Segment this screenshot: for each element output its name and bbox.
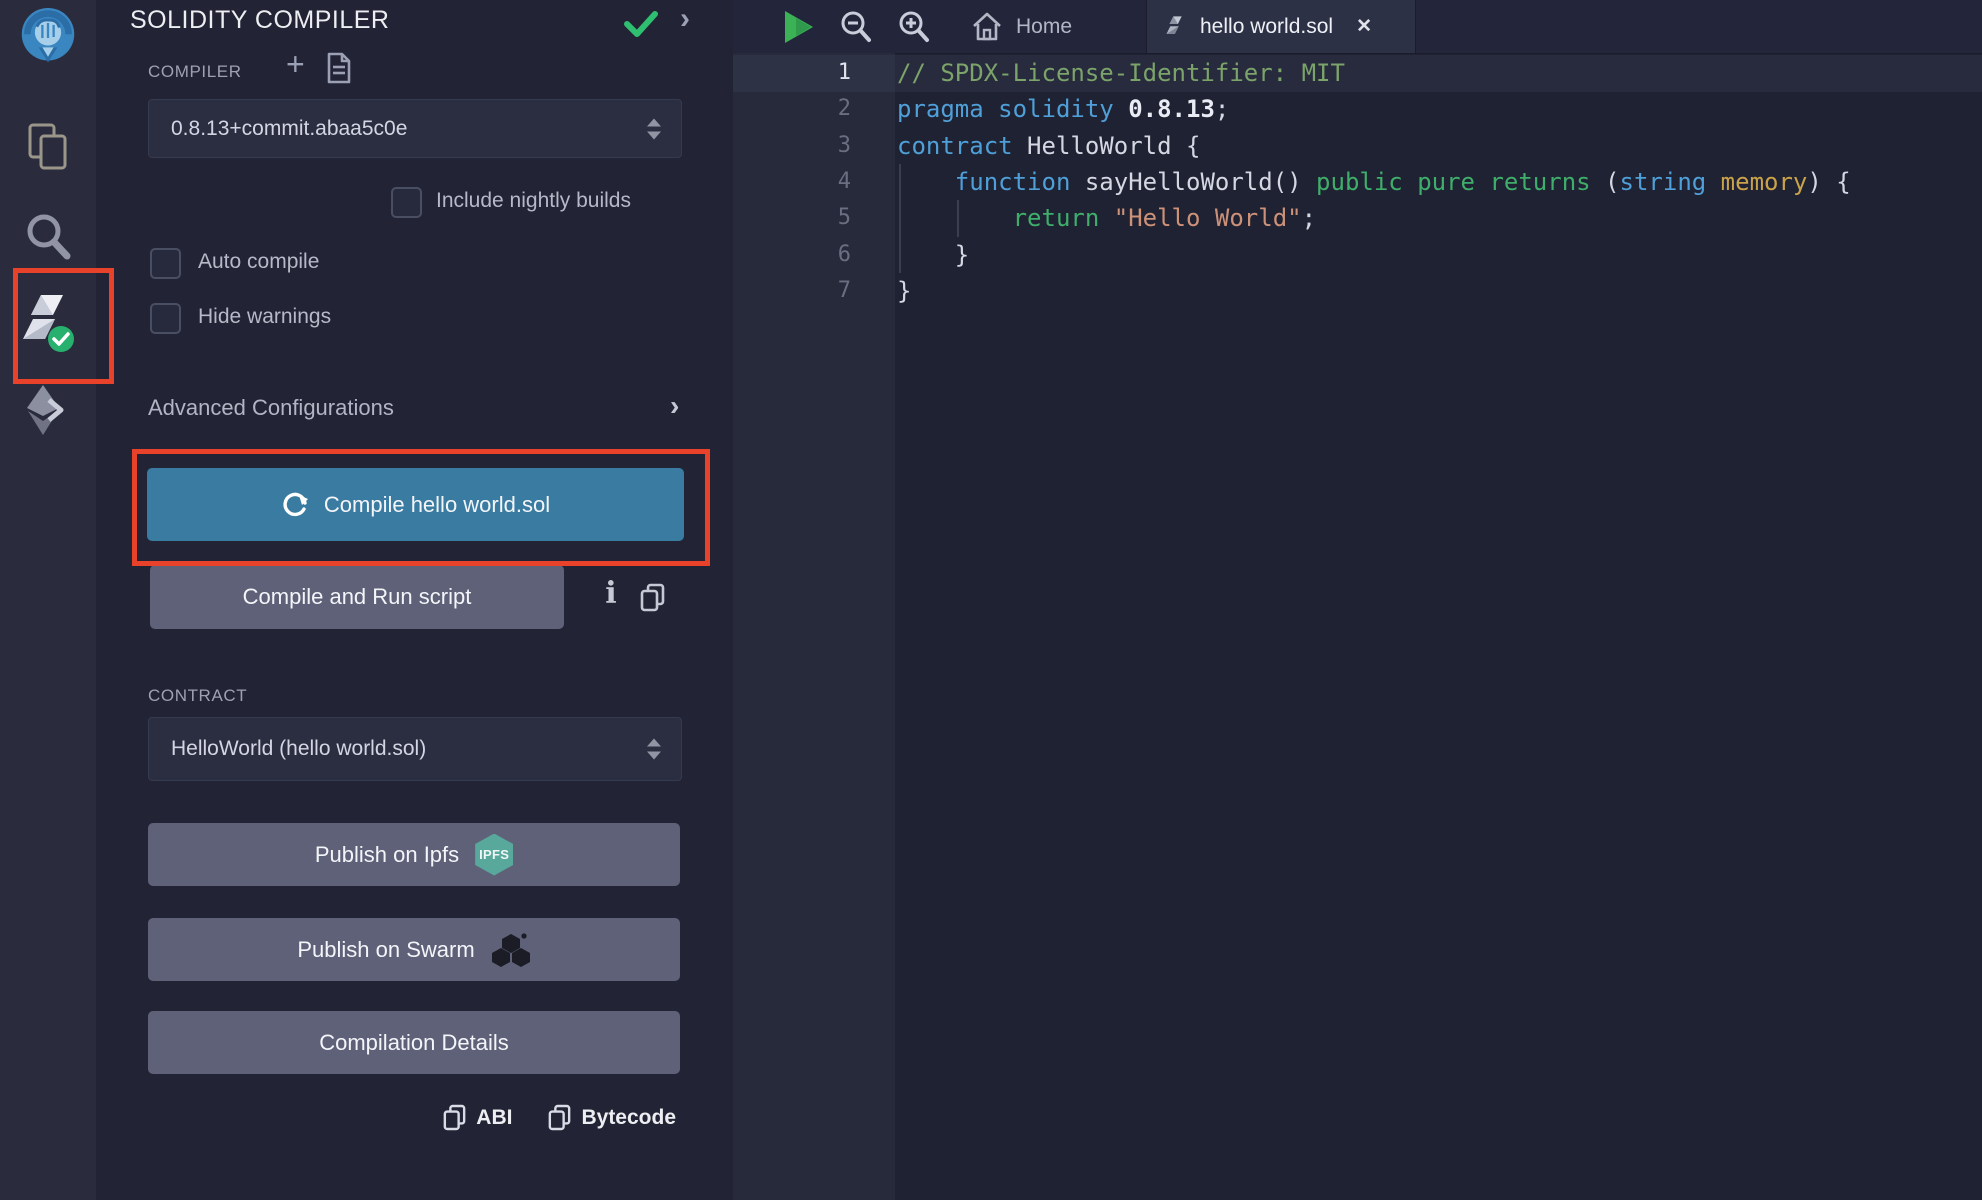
zoom-out-icon[interactable] — [839, 0, 873, 53]
code-editor[interactable]: 1 // SPDX-License-Identifier: MIT 2 pragma … — [733, 53, 1982, 1200]
panel-title: SOLIDITY COMPILER — [130, 6, 390, 35]
line-number: 3 — [733, 128, 851, 164]
copy-icon[interactable] — [640, 583, 665, 612]
copy-abi-button[interactable]: ABI — [443, 1104, 512, 1131]
code-line: function sayHelloWorld() public pure ret… — [897, 164, 1851, 200]
remix-logo-icon[interactable] — [0, 6, 96, 68]
compilation-details-label: Compilation Details — [319, 1030, 509, 1056]
compile-success-check-icon — [624, 10, 658, 38]
publish-on-swarm-button[interactable]: Publish on Swarm — [148, 918, 680, 981]
panel-expand-chevron-icon[interactable]: › — [680, 2, 690, 36]
line-number: 1 — [733, 55, 851, 91]
hide-warnings-checkbox[interactable] — [150, 303, 181, 334]
close-tab-icon[interactable]: ✕ — [1356, 15, 1372, 38]
code-line: pragma solidity 0.8.13; — [897, 91, 1229, 127]
compiler-section-label: COMPILER — [148, 62, 242, 82]
search-icon[interactable] — [0, 208, 96, 266]
code-line: } — [897, 237, 969, 273]
line-number: 6 — [733, 237, 851, 273]
solidity-compiler-panel: SOLIDITY COMPILER › COMPILER + 0.8.13+co… — [96, 0, 734, 1200]
contract-section-label: CONTRACT — [148, 686, 247, 706]
tab-hello-world-sol[interactable]: hello world.sol ✕ — [1146, 0, 1416, 53]
abi-label: ABI — [476, 1106, 512, 1130]
compiler-version-select[interactable]: 0.8.13+commit.abaa5c0e — [148, 99, 682, 158]
compiler-docs-icon[interactable] — [326, 52, 352, 84]
editor-tab-bar: Home hello world.sol ✕ — [733, 0, 1982, 54]
zoom-in-icon[interactable] — [897, 0, 931, 53]
solidity-compiler-sidebar-icon[interactable] — [0, 290, 96, 356]
info-icon[interactable]: i — [596, 576, 626, 618]
contract-select-value: HelloWorld (hello world.sol) — [149, 737, 426, 761]
file-explorer-icon[interactable] — [0, 120, 96, 176]
code-line: return "Hello World"; — [897, 200, 1316, 236]
icon-sidebar — [0, 0, 97, 1200]
compile-button[interactable]: Compile hello world.sol — [147, 468, 684, 541]
compile-and-run-label: Compile and Run script — [243, 584, 472, 610]
compile-button-label: Compile hello world.sol — [324, 492, 550, 518]
compile-and-run-button[interactable]: Compile and Run script — [150, 565, 564, 629]
line-number: 7 — [733, 273, 851, 309]
refresh-icon — [281, 491, 309, 519]
swarm-icon — [491, 932, 531, 968]
select-arrows-icon — [647, 118, 661, 139]
deploy-and-run-icon[interactable] — [0, 382, 96, 438]
select-arrows-icon — [647, 739, 661, 760]
code-line: contract HelloWorld { — [897, 128, 1200, 164]
add-custom-compiler-icon[interactable]: + — [286, 46, 305, 83]
auto-compile-label[interactable]: Auto compile — [198, 250, 319, 274]
code-line: // SPDX-License-Identifier: MIT — [897, 55, 1345, 91]
line-number: 2 — [733, 91, 851, 127]
line-number: 5 — [733, 200, 851, 236]
home-icon — [971, 11, 1003, 43]
remix-logo — [18, 6, 78, 68]
publish-ipfs-label: Publish on Ipfs — [315, 842, 459, 868]
advanced-chevron-icon: › — [670, 390, 679, 422]
compiler-version-value: 0.8.13+commit.abaa5c0e — [149, 117, 407, 141]
include-nightly-label[interactable]: Include nightly builds — [436, 189, 631, 213]
tab-home[interactable]: Home — [971, 0, 1072, 53]
advanced-configurations-label: Advanced Configurations — [148, 395, 394, 420]
code-line: } — [897, 273, 911, 309]
remix-ide-window: SOLIDITY COMPILER › COMPILER + 0.8.13+co… — [0, 0, 1982, 1200]
ipfs-icon: IPFS — [475, 834, 513, 876]
copy-bytecode-button[interactable]: Bytecode — [548, 1104, 676, 1131]
bytecode-label: Bytecode — [581, 1106, 676, 1130]
compilation-details-button[interactable]: Compilation Details — [148, 1011, 680, 1074]
active-tab-label: hello world.sol — [1200, 15, 1333, 39]
editor-area: Home hello world.sol ✕ 1 // SPDX-License-… — [733, 0, 1982, 1200]
copy-icon — [443, 1104, 466, 1131]
run-script-icon[interactable] — [781, 0, 817, 53]
line-number: 4 — [733, 164, 851, 200]
publish-swarm-label: Publish on Swarm — [297, 937, 474, 963]
include-nightly-checkbox[interactable] — [391, 187, 422, 218]
advanced-configurations-toggle[interactable]: Advanced Configurations › — [148, 392, 680, 424]
solidity-file-icon — [1165, 14, 1187, 40]
copy-icon — [548, 1104, 571, 1131]
contract-select[interactable]: HelloWorld (hello world.sol) — [148, 717, 682, 781]
hide-warnings-label[interactable]: Hide warnings — [198, 305, 331, 329]
abi-bytecode-row: ABI Bytecode — [443, 1104, 676, 1131]
publish-on-ipfs-button[interactable]: Publish on Ipfs IPFS — [148, 823, 680, 886]
auto-compile-checkbox[interactable] — [150, 248, 181, 279]
home-tab-label: Home — [1016, 15, 1072, 39]
